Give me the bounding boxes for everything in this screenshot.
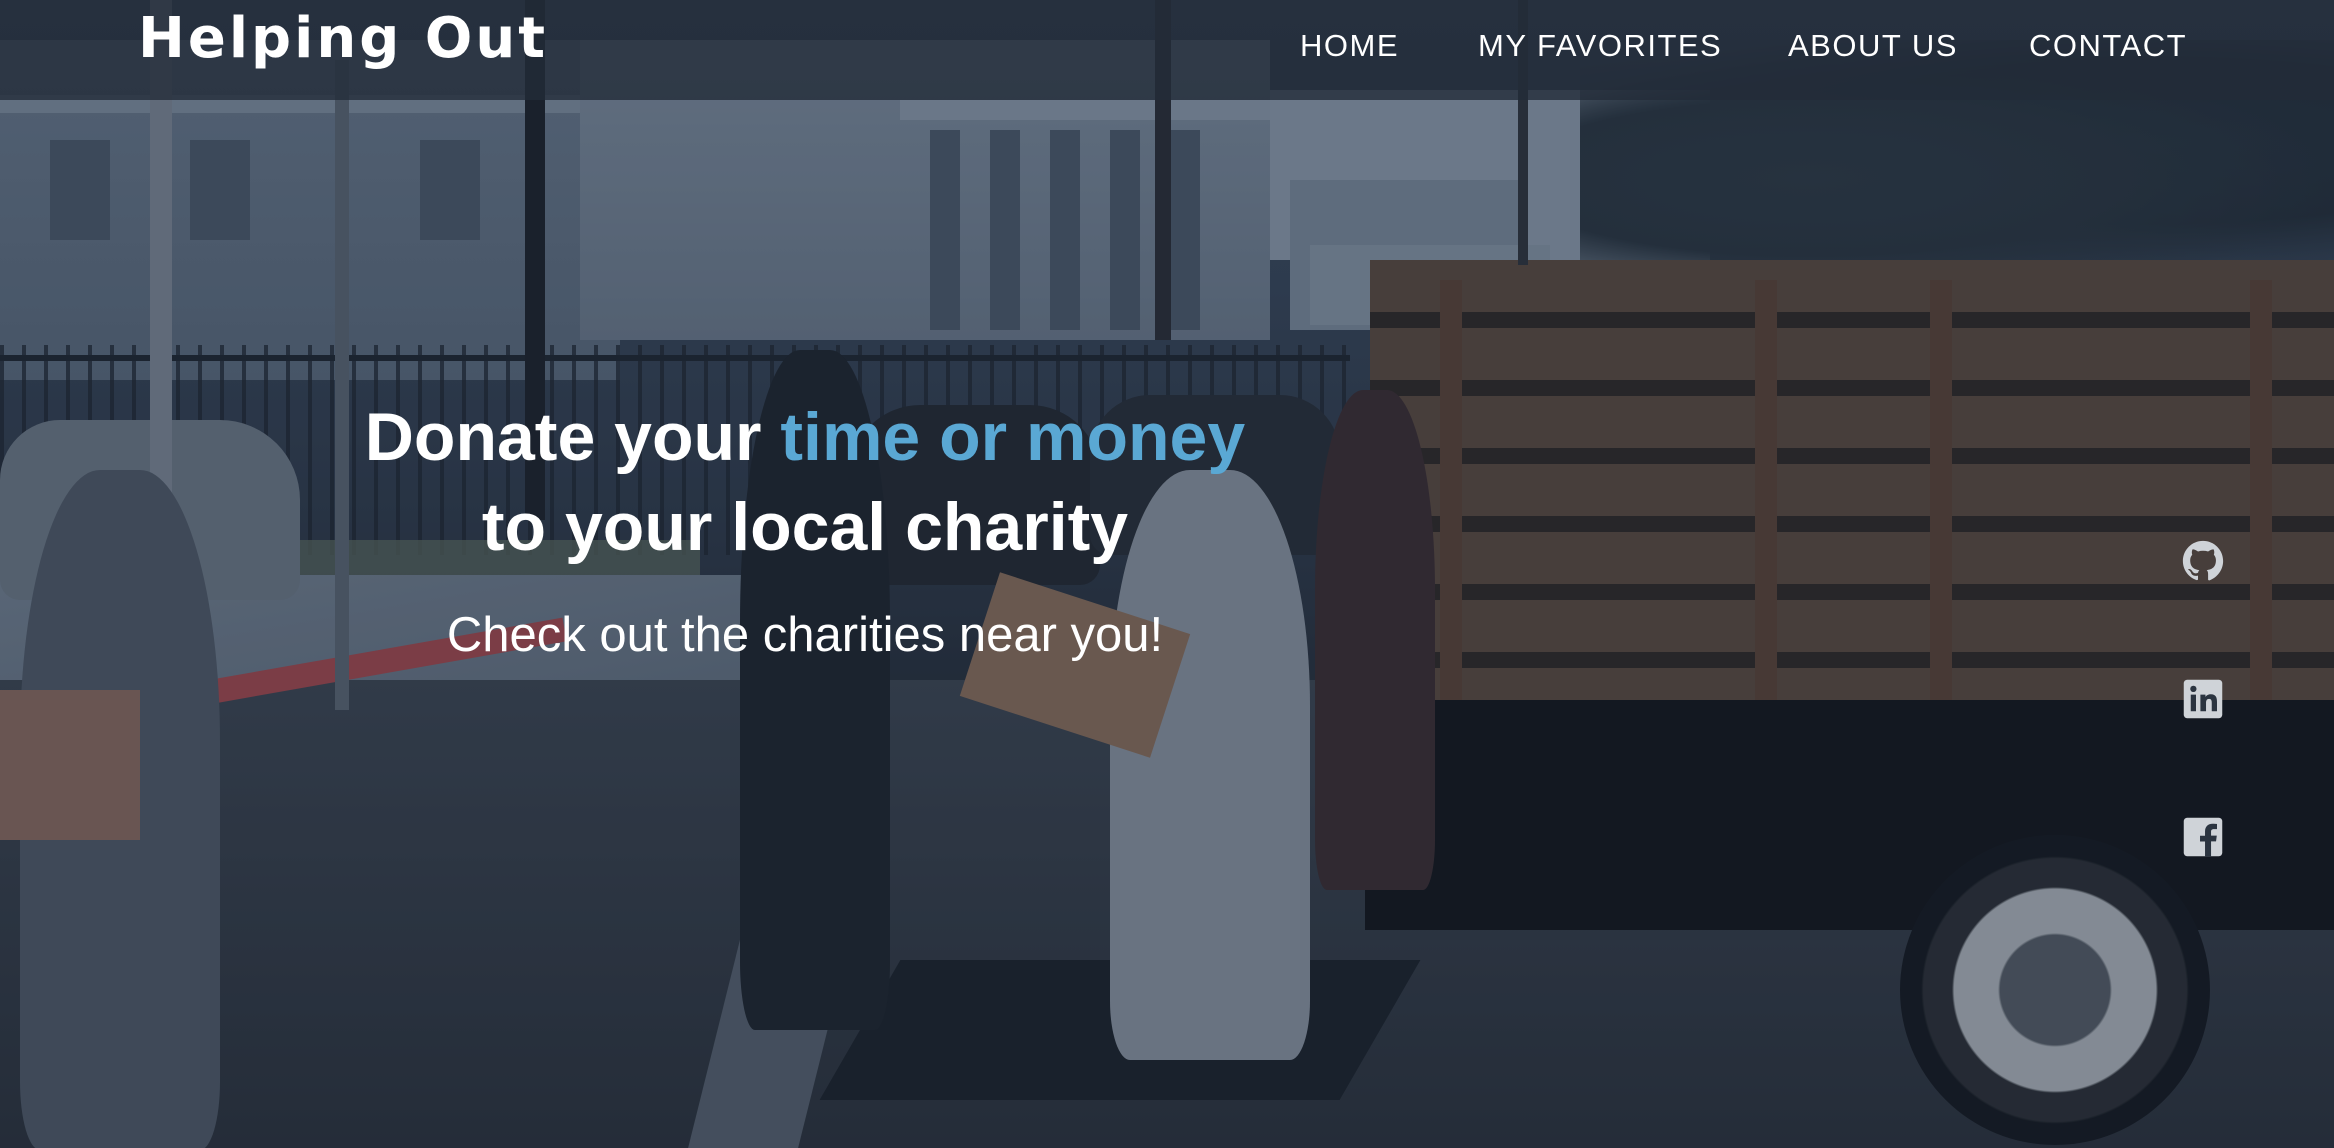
brand-logo[interactable]: Helping Out: [138, 6, 548, 72]
headline-text: Donate your: [364, 399, 781, 475]
github-icon[interactable]: [2182, 540, 2224, 582]
hero-subtitle[interactable]: Check out the charities near you!: [300, 603, 1310, 667]
nav-my-favorites[interactable]: MY FAVORITES: [1478, 26, 1722, 66]
headline-line2: to your local charity: [481, 489, 1129, 565]
hero-headline: Donate your time or money to your local c…: [300, 392, 1310, 572]
hero-background-photo: [0, 0, 2334, 1148]
nav-about-us[interactable]: ABOUT US: [1788, 26, 1958, 66]
nav-contact[interactable]: CONTACT: [2029, 26, 2187, 66]
facebook-icon[interactable]: [2182, 816, 2224, 858]
navbar: Helping Out HOME MY FAVORITES ABOUT US C…: [0, 0, 2334, 100]
nav-home[interactable]: HOME: [1300, 26, 1399, 66]
headline-accent: time or money: [780, 399, 1246, 475]
linkedin-icon[interactable]: [2182, 678, 2224, 720]
hero-section: Helping Out HOME MY FAVORITES ABOUT US C…: [0, 0, 2334, 1148]
